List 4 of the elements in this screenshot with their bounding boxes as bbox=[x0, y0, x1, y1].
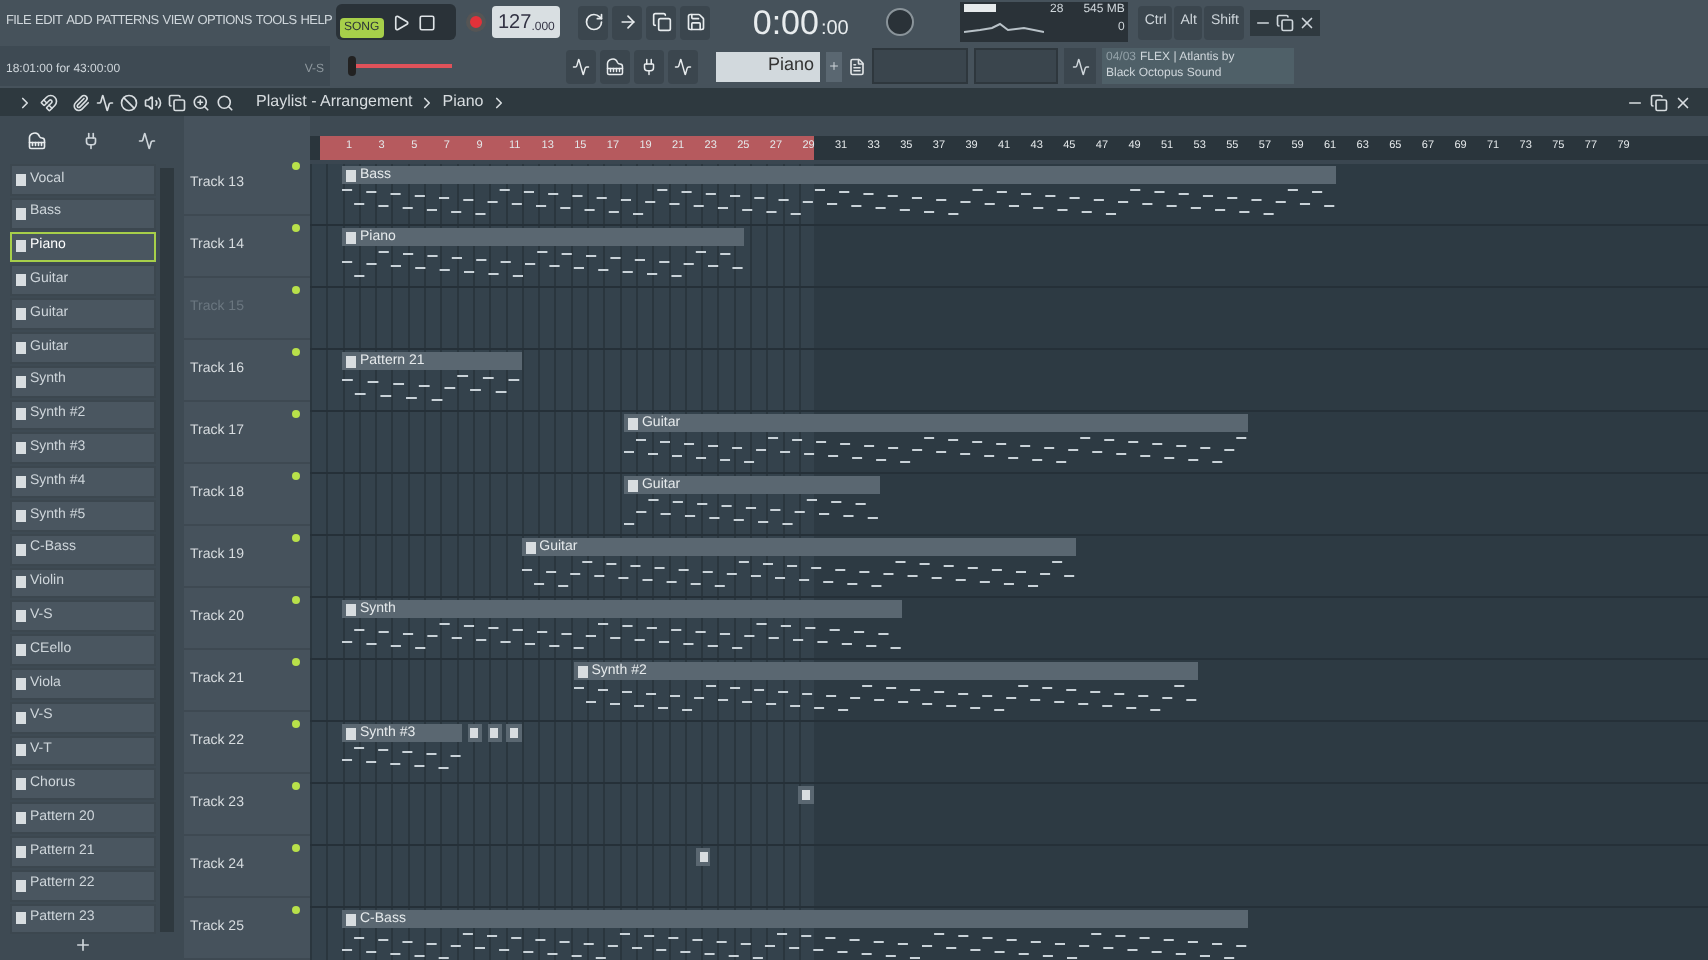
playlist-title: Playlist - Arrangement bbox=[256, 90, 413, 114]
pattern-selector[interactable]: Piano bbox=[716, 51, 820, 81]
playlist-pattern[interactable]: Piano bbox=[442, 90, 484, 114]
time-display: 0:00:00 bbox=[752, 5, 851, 39]
